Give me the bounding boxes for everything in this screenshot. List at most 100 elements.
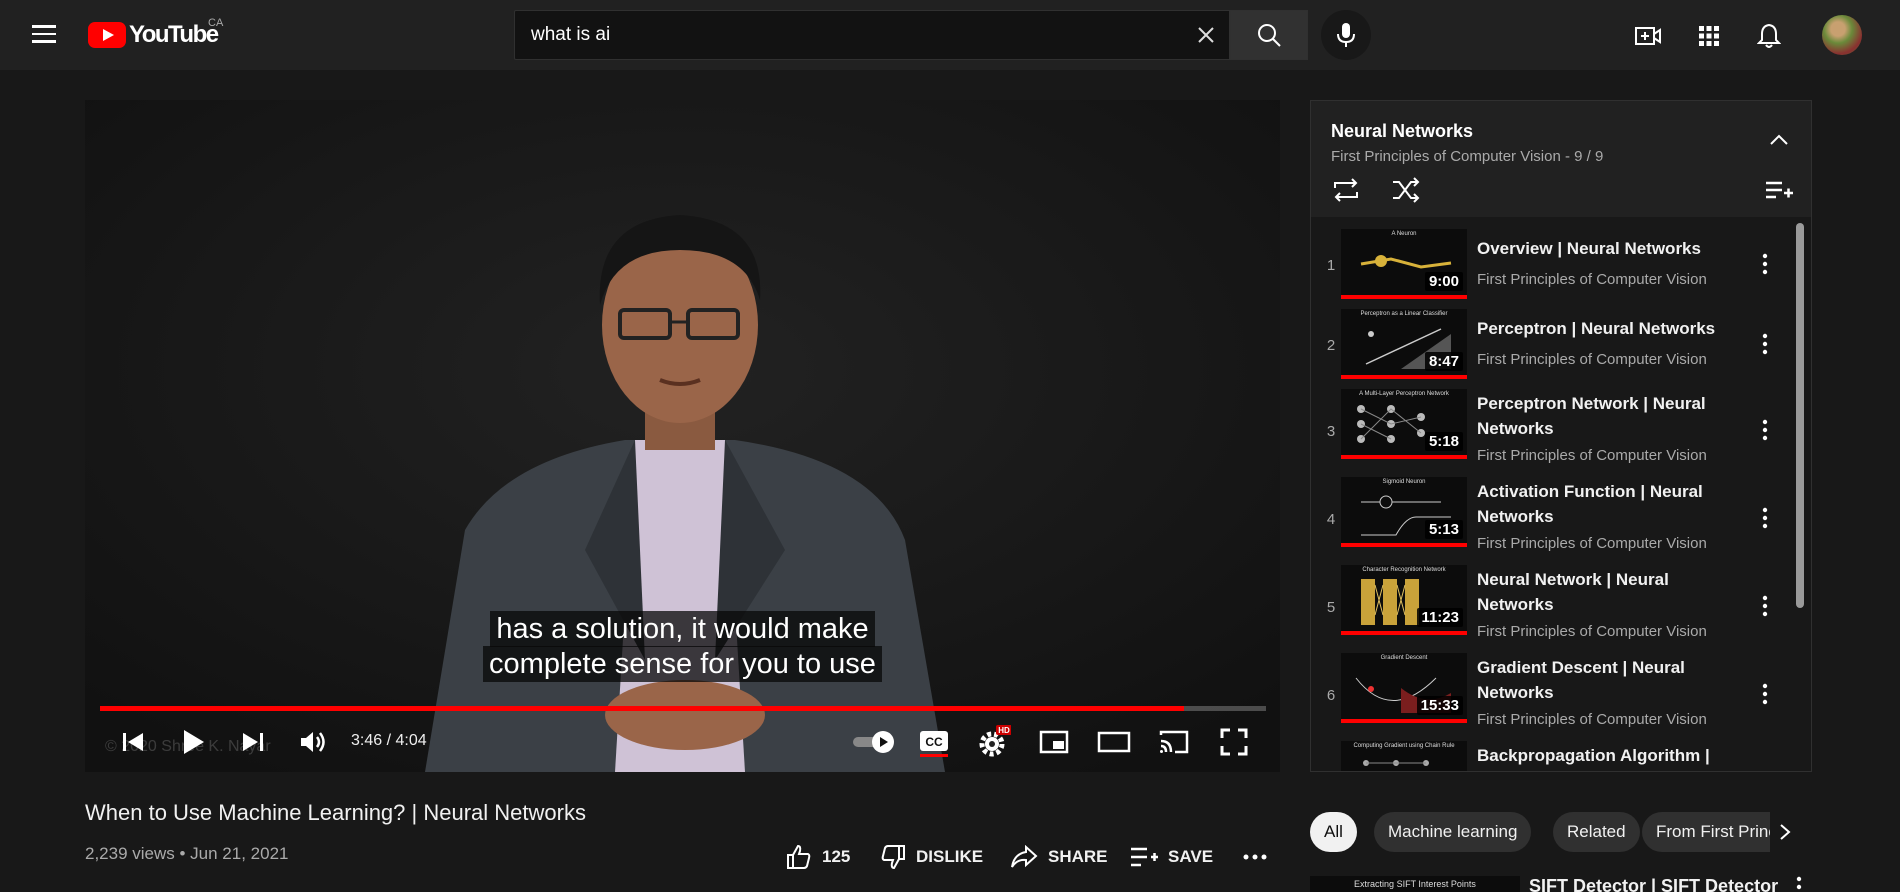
caption-line-2: complete sense for you to use (85, 646, 1280, 682)
fullscreen-icon[interactable] (1214, 722, 1254, 762)
dislike-label: DISLIKE (916, 847, 984, 866)
video-thumbnail: Character Recognition Network 11:23 (1341, 565, 1467, 635)
chip-all[interactable]: All (1310, 812, 1357, 852)
caption-line-1: has a solution, it would make (85, 611, 1280, 647)
playlist-item-channel: First Principles of Computer Vision (1477, 351, 1707, 368)
captions-icon[interactable]: CC (914, 722, 954, 762)
playlist-item-index: 1 (1326, 257, 1336, 274)
playlist-scrollbar[interactable] (1796, 223, 1804, 608)
autoplay-toggle[interactable] (849, 722, 899, 762)
svg-text:CC: CC (925, 735, 943, 749)
youtube-logo[interactable]: YouTube (88, 20, 219, 50)
like-count: 125 (822, 847, 851, 866)
playlist-item-title: Gradient Descent | Neural Networks (1477, 658, 1685, 702)
playlist-item-title: Overview | Neural Networks (1477, 239, 1701, 258)
microphone-icon (1337, 23, 1355, 47)
playlist-item[interactable]: 3 A Multi-Layer Perceptron Network 5:18 … (1311, 389, 1791, 475)
like-button[interactable]: 125 (786, 844, 850, 870)
recommendation-title[interactable]: SIFT Detector | SIFT Detector (1529, 876, 1778, 892)
dislike-button[interactable]: DISLIKE (880, 844, 983, 870)
playlist-item-channel: First Principles of Computer Vision (1477, 271, 1707, 288)
chip-from-channel[interactable]: From First Principles of Computer Vision (1642, 812, 1770, 852)
playlist-item-channel: First Principles of Computer Vision (1477, 447, 1707, 464)
shuffle-icon[interactable] (1389, 173, 1423, 207)
playlist-panel: Neural Networks First Principles of Comp… (1310, 100, 1812, 772)
chevron-right-icon[interactable] (1768, 815, 1802, 849)
playlist-item-index: 6 (1326, 687, 1336, 704)
apps-grid-icon[interactable] (1693, 20, 1725, 52)
playlist-item-index: 5 (1326, 599, 1336, 616)
more-vertical-icon[interactable] (1753, 591, 1777, 621)
next-video-icon[interactable] (233, 722, 273, 762)
settings-gear-icon[interactable]: HD (974, 722, 1014, 762)
recommendation-thumbnail[interactable]: Extracting SIFT Interest Points (1310, 876, 1520, 892)
save-playlist-icon[interactable] (1762, 173, 1796, 207)
video-thumbnail: Perceptron as a Linear Classifier 8:47 (1341, 309, 1467, 379)
video-duration: 5:13 (1424, 520, 1463, 539)
video-duration: 5:18 (1424, 432, 1463, 451)
notifications-bell-icon[interactable] (1753, 20, 1785, 52)
search-button[interactable] (1230, 10, 1308, 60)
video-thumbnail: A Neuron 9:00 (1341, 229, 1467, 299)
progress-played (100, 706, 1185, 711)
more-vertical-icon[interactable] (1753, 503, 1777, 533)
playlist-item[interactable]: 2 Perceptron as a Linear Classifier 8:47… (1311, 309, 1791, 395)
playlist-item-title: Perceptron Network | Neural Networks (1477, 394, 1706, 438)
playlist-item[interactable]: 5 Character Recognition Network 11:23 Ne… (1311, 565, 1791, 651)
share-arrow-icon (1011, 845, 1038, 868)
playlist-item-title: Perceptron | Neural Networks (1477, 319, 1716, 338)
playlist-item-index: 2 (1326, 337, 1336, 354)
playlist-item[interactable]: 1 A Neuron 9:00 Overview | Neural Networ… (1311, 229, 1791, 315)
video-title: When to Use Machine Learning? | Neural N… (85, 800, 586, 825)
more-vertical-icon[interactable] (1753, 329, 1777, 359)
search-input[interactable] (531, 11, 1171, 59)
playlist-item[interactable]: 4 Sigmoid Neuron 5:13 Activation Functio… (1311, 477, 1791, 563)
previous-video-icon[interactable] (113, 722, 153, 762)
save-to-playlist-icon (1131, 847, 1158, 867)
miniplayer-icon[interactable] (1034, 722, 1074, 762)
video-thumbnail: Sigmoid Neuron 5:13 (1341, 477, 1467, 547)
voice-search-button[interactable] (1321, 10, 1371, 60)
playlist-item-title: Backpropagation Algorithm | Neural Netwo… (1477, 746, 1710, 765)
progress-bar[interactable] (100, 706, 1266, 711)
account-avatar[interactable] (1822, 15, 1862, 55)
hd-badge: HD (998, 726, 1010, 735)
video-thumbnail: Computing Gradient using Chain Rule (1341, 741, 1467, 771)
player-controls: 3:46 / 4:04 CC HD (85, 718, 1280, 766)
more-actions-icon[interactable] (1243, 844, 1277, 870)
more-vertical-icon[interactable] (1753, 415, 1777, 445)
save-button[interactable]: SAVE (1130, 844, 1213, 870)
more-vertical-icon[interactable] (1753, 249, 1777, 279)
video-thumbnail: A Multi-Layer Perceptron Network 5:18 (1341, 389, 1467, 459)
playlist-header: Neural Networks First Principles of Comp… (1311, 101, 1811, 217)
playlist-item[interactable]: 6 Gradient Descent 15:33 Gradient Descen… (1311, 653, 1791, 739)
thumbs-down-icon (881, 845, 905, 870)
video-player[interactable]: has a solution, it would make complete s… (85, 100, 1280, 772)
more-vertical-icon[interactable] (1753, 679, 1777, 709)
menu-icon[interactable] (24, 20, 64, 50)
chip-machine-learning[interactable]: Machine learning (1374, 812, 1532, 852)
chip-related[interactable]: Related (1553, 812, 1640, 852)
collapse-chevron-up-icon[interactable] (1762, 123, 1796, 157)
youtube-play-icon (88, 22, 126, 48)
share-button[interactable]: SHARE (1010, 844, 1108, 870)
create-video-icon[interactable] (1632, 20, 1664, 52)
recommendation-more-icon[interactable] (1787, 876, 1811, 892)
cast-icon[interactable] (1154, 722, 1194, 762)
playlist-item-title: Activation Function | Neural Networks (1477, 482, 1703, 526)
clear-search-icon[interactable] (1191, 20, 1221, 50)
share-label: SHARE (1048, 847, 1108, 866)
volume-icon[interactable] (293, 722, 333, 762)
loop-playlist-icon[interactable] (1329, 173, 1363, 207)
more-vertical-icon[interactable] (1753, 767, 1777, 771)
search-box (514, 10, 1230, 60)
playlist-title[interactable]: Neural Networks (1331, 121, 1473, 142)
video-duration: 9:00 (1424, 272, 1463, 291)
playlist-item[interactable]: 7 Computing Gradient using Chain Rule Ba… (1311, 741, 1791, 771)
playlist-item-index: 4 (1326, 511, 1336, 528)
time-display: 3:46 / 4:04 (351, 732, 427, 749)
play-icon[interactable] (173, 722, 213, 762)
playlist-subtitle: First Principles of Computer Vision - 9 … (1331, 148, 1604, 165)
video-duration: 8:47 (1424, 352, 1463, 371)
theater-mode-icon[interactable] (1094, 722, 1134, 762)
